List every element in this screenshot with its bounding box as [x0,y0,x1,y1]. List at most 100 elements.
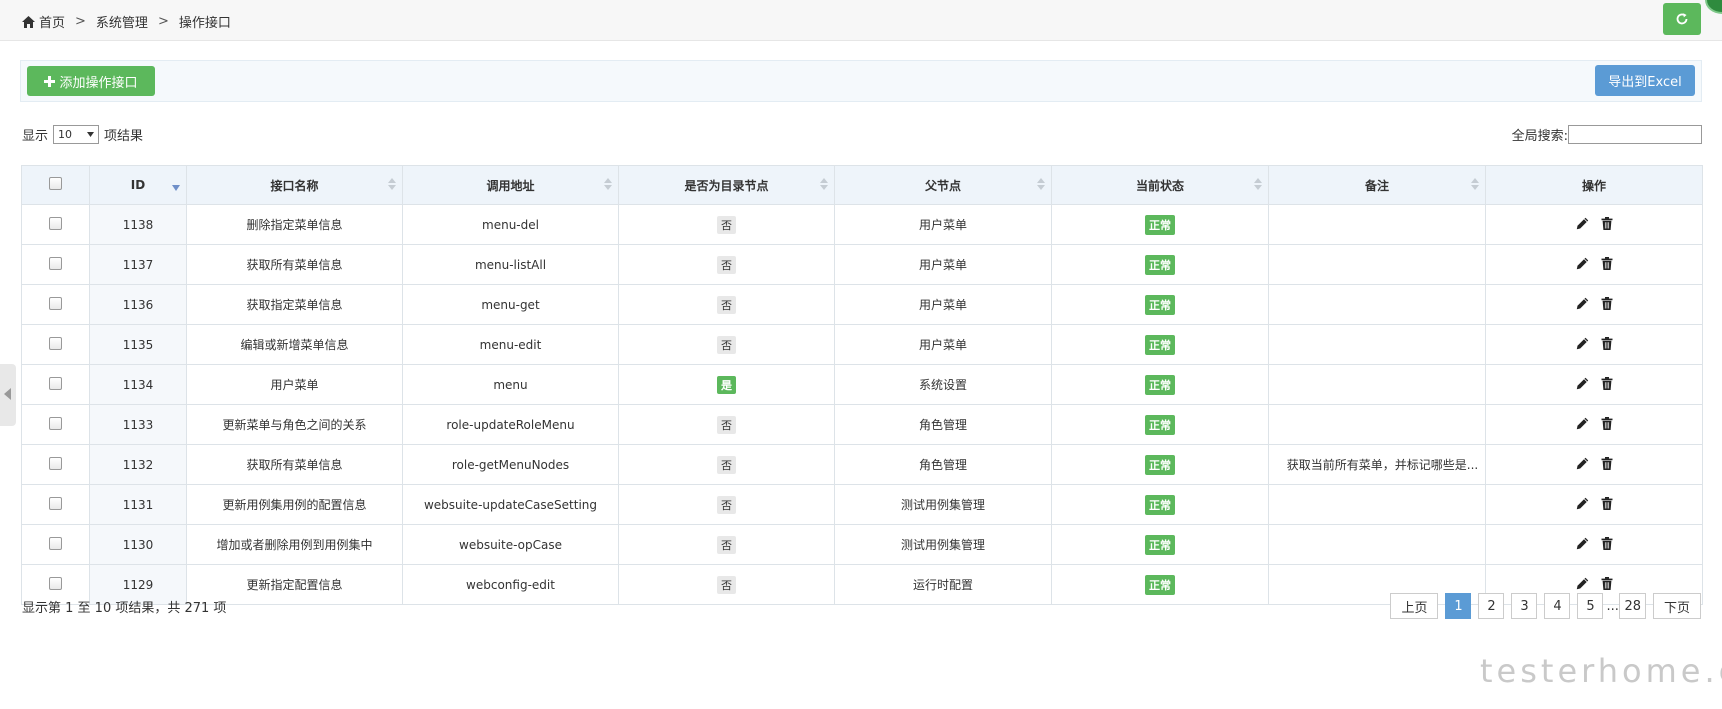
row-checkbox[interactable] [49,376,62,390]
row-name: 编辑或新增菜单信息 [186,324,403,365]
pencil-icon[interactable] [1576,257,1589,270]
breadcrumb: 首页 > 系统管理 > 操作接口 [22,12,231,31]
trash-icon[interactable] [1601,456,1613,470]
trash-icon[interactable] [1601,536,1613,550]
row-checkbox[interactable] [49,576,62,590]
page-button-4[interactable]: 4 [1544,593,1571,619]
export-excel-button[interactable]: 导出到Excel [1595,65,1695,96]
next-page-button[interactable]: 下页 [1653,593,1701,619]
row-is-dir-cell: 否 [618,204,835,245]
page-length-select[interactable]: 10 [53,125,100,144]
trash-icon[interactable] [1601,256,1613,270]
page-button-2[interactable]: 2 [1478,593,1505,619]
status-badge: 正常 [1145,334,1175,355]
edit-button[interactable] [1576,337,1589,350]
search-input[interactable] [1568,125,1702,144]
delete-button[interactable] [1601,416,1613,430]
breadcrumb-home[interactable]: 首页 [22,12,65,31]
trash-icon[interactable] [1601,296,1613,310]
header-address[interactable]: 调用地址 [402,165,619,205]
refresh-button[interactable] [1663,3,1701,35]
delete-button[interactable] [1601,456,1613,470]
edit-button[interactable] [1576,217,1589,230]
refresh-icon [1676,13,1688,25]
select-all-checkbox[interactable] [49,177,62,190]
edit-button[interactable] [1576,497,1589,510]
pencil-icon[interactable] [1576,497,1589,510]
header-parent[interactable]: 父节点 [834,165,1052,205]
trash-icon[interactable] [1601,376,1613,390]
pagination: 上页 1 2 3 4 5 ... 28 下页 [1390,593,1701,619]
trash-icon[interactable] [1601,576,1613,590]
row-select-cell[interactable] [21,404,90,445]
row-checkbox[interactable] [49,256,62,270]
header-select-all[interactable] [21,165,90,205]
sort-icon [1037,178,1045,190]
row-select-cell[interactable] [21,364,90,405]
delete-button[interactable] [1601,296,1613,310]
trash-icon[interactable] [1601,336,1613,350]
row-checkbox[interactable] [49,496,62,510]
edit-button[interactable] [1576,257,1589,270]
pencil-icon[interactable] [1576,457,1589,470]
row-ops-cell [1485,244,1703,285]
row-checkbox[interactable] [49,416,62,430]
plus-icon [44,75,56,87]
page-length-control: 显示 10 项结果 [22,125,143,144]
pencil-icon[interactable] [1576,337,1589,350]
row-remark: 获取当前所有菜单，并标记哪些是... [1268,444,1486,485]
header-is-dir[interactable]: 是否为目录节点 [618,165,835,205]
row-select-cell[interactable] [21,324,90,365]
prev-page-button[interactable]: 上页 [1390,593,1439,619]
row-id: 1134 [89,364,187,405]
row-select-cell[interactable] [21,484,90,525]
header-name[interactable]: 接口名称 [186,165,403,205]
row-select-cell[interactable] [21,244,90,285]
trash-icon[interactable] [1601,416,1613,430]
edit-button[interactable] [1576,377,1589,390]
row-checkbox[interactable] [49,216,62,230]
trash-icon[interactable] [1601,216,1613,230]
edit-button[interactable] [1576,577,1589,590]
pencil-icon[interactable] [1576,377,1589,390]
page-button-1[interactable]: 1 [1445,593,1472,619]
sidebar-collapse-handle[interactable] [0,364,16,426]
breadcrumb-section[interactable]: 系统管理 [96,12,148,31]
delete-button[interactable] [1601,576,1613,590]
edit-button[interactable] [1576,537,1589,550]
delete-button[interactable] [1601,256,1613,270]
add-interface-button[interactable]: 添加操作接口 [27,66,155,96]
delete-button[interactable] [1601,216,1613,230]
row-checkbox[interactable] [49,536,62,550]
edit-button[interactable] [1576,457,1589,470]
pencil-icon[interactable] [1576,297,1589,310]
pencil-icon[interactable] [1576,417,1589,430]
trash-icon[interactable] [1601,496,1613,510]
pencil-icon[interactable] [1576,537,1589,550]
row-select-cell[interactable] [21,524,90,565]
delete-button[interactable] [1601,496,1613,510]
edit-button[interactable] [1576,417,1589,430]
row-checkbox[interactable] [49,336,62,350]
header-remark[interactable]: 备注 [1268,165,1486,205]
is-dir-badge: 否 [717,415,736,434]
row-select-cell[interactable] [21,204,90,245]
page-button-5[interactable]: 5 [1577,593,1604,619]
pencil-icon[interactable] [1576,577,1589,590]
row-select-cell[interactable] [21,444,90,485]
delete-button[interactable] [1601,536,1613,550]
page-button-last[interactable]: 28 [1619,593,1646,619]
edit-button[interactable] [1576,297,1589,310]
pencil-icon[interactable] [1576,217,1589,230]
header-ops: 操作 [1485,165,1703,205]
row-select-cell[interactable] [21,284,90,325]
page-button-3[interactable]: 3 [1511,593,1538,619]
header-id[interactable]: ID [89,165,187,205]
delete-button[interactable] [1601,336,1613,350]
row-checkbox[interactable] [49,456,62,470]
delete-button[interactable] [1601,376,1613,390]
row-status-cell: 正常 [1051,364,1269,405]
row-checkbox[interactable] [49,296,62,310]
breadcrumb-separator: > [157,14,169,29]
header-status[interactable]: 当前状态 [1051,165,1269,205]
